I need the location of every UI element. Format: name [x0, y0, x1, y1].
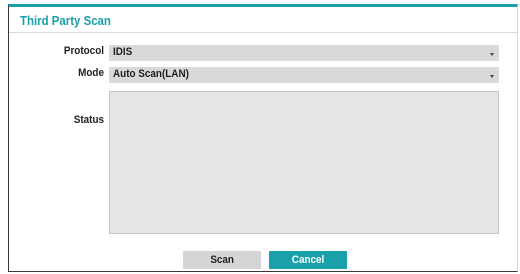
chevron-down-icon [490, 75, 494, 78]
scan-button[interactable]: Scan [183, 251, 261, 269]
third-party-scan-dialog: Third Party Scan Protocol IDIS Mode Auto… [8, 4, 518, 272]
protocol-select[interactable]: IDIS [109, 45, 499, 61]
title-divider [9, 32, 517, 33]
chevron-down-icon [490, 53, 494, 56]
protocol-select-value: IDIS [113, 46, 133, 58]
mode-select-value: Auto Scan(LAN) [113, 68, 189, 80]
cancel-button-label: Cancel [291, 254, 325, 266]
mode-label: Mode [78, 67, 104, 79]
scan-button-label: Scan [210, 254, 234, 266]
status-label: Status [73, 114, 104, 126]
status-box[interactable] [109, 91, 499, 234]
cancel-button[interactable]: Cancel [269, 251, 347, 269]
dialog-title: Third Party Scan [20, 13, 111, 28]
protocol-label: Protocol [63, 45, 104, 57]
mode-select[interactable]: Auto Scan(LAN) [109, 67, 499, 83]
